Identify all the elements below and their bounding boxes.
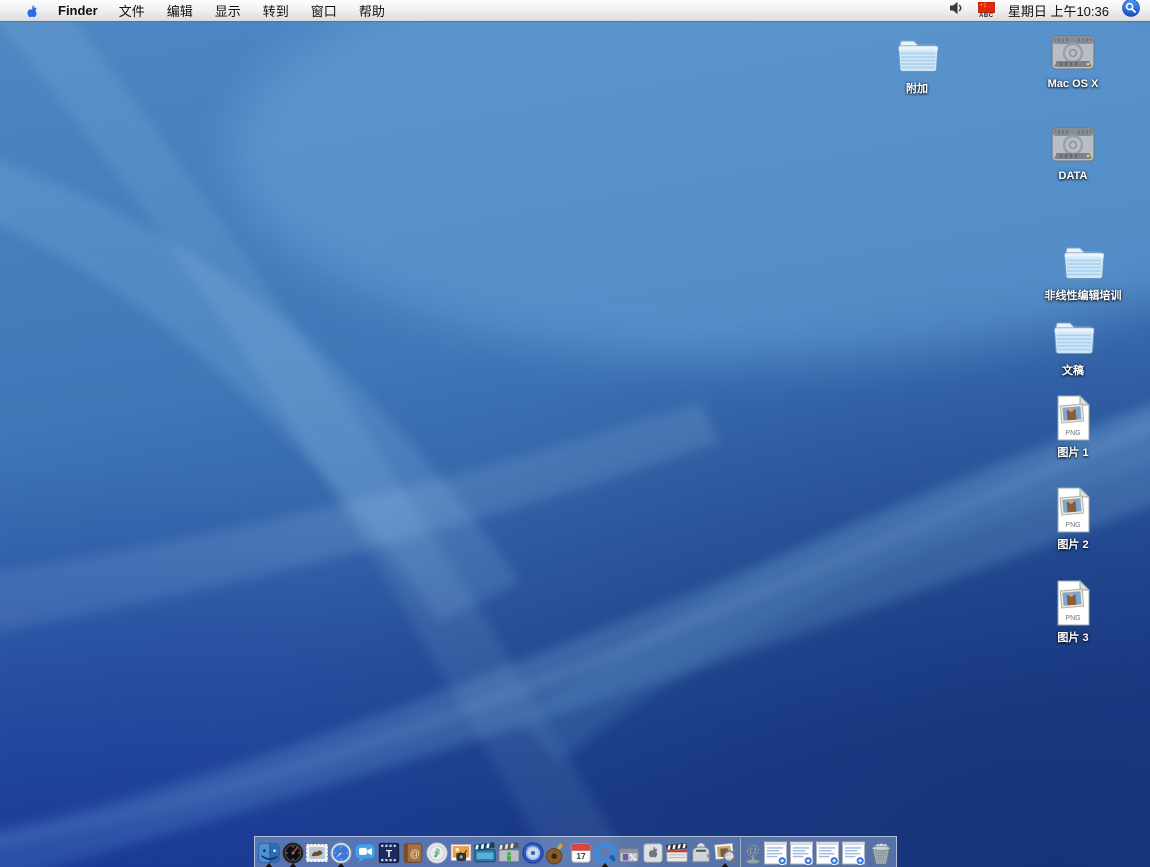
- running-indicator: [721, 863, 729, 867]
- menu-items: 文件编辑显示转到窗口帮助: [108, 1, 396, 21]
- dock-iphoto-icon[interactable]: [449, 838, 473, 867]
- folder-icon: [1018, 314, 1128, 360]
- mac-desktop: Finder 文件编辑显示转到窗口帮助 ABC 星期日 上: [0, 0, 1150, 867]
- svg-text:T: T: [386, 849, 393, 860]
- desktop-icon-hdd-1[interactable]: Mac OS X: [1018, 32, 1128, 90]
- china-flag-icon: [978, 2, 995, 13]
- svg-text:PNG: PNG: [1065, 430, 1080, 437]
- running-indicator: [265, 863, 273, 867]
- input-method-icon[interactable]: ABC: [978, 2, 995, 19]
- running-indicator: [337, 863, 345, 867]
- menu-item-4[interactable]: 窗口: [300, 4, 348, 19]
- menu-item-5[interactable]: 帮助: [348, 4, 396, 19]
- desktop-icon-label: Mac OS X: [1018, 78, 1128, 90]
- dock-toast-icon[interactable]: [689, 838, 713, 867]
- svg-text:PNG: PNG: [1065, 522, 1080, 529]
- svg-text:@: @: [746, 842, 760, 857]
- dock-minimized-window-4-icon[interactable]: [841, 838, 866, 867]
- dock-minimized-window-1-icon[interactable]: [763, 838, 788, 867]
- dock-mail-icon[interactable]: [305, 838, 329, 867]
- desktop-icon-label: DATA: [1018, 170, 1128, 182]
- desktop-icon-label: 图片 3: [1018, 629, 1128, 645]
- active-app-name[interactable]: Finder: [48, 3, 108, 18]
- dock: T @ ♪ 17: [254, 836, 897, 867]
- dock-safari-icon[interactable]: [329, 838, 353, 867]
- desktop-icon-folder-0[interactable]: 附加: [862, 32, 972, 96]
- dock-dashboard-icon[interactable]: [281, 838, 305, 867]
- dock-ichat-icon[interactable]: [353, 838, 377, 867]
- running-indicator: [289, 863, 297, 867]
- dock-finder-icon[interactable]: [257, 838, 281, 867]
- desktop-icon-folder-3[interactable]: 非线性编辑培训: [1023, 239, 1143, 303]
- dock-address-book-icon[interactable]: @: [401, 838, 425, 867]
- dock-document-section: @: [744, 838, 895, 867]
- desktop-icon-folder-4[interactable]: 文稿: [1018, 314, 1128, 378]
- dock-toolbox-icon[interactable]: [617, 838, 641, 867]
- dock-minimized-window-2-icon[interactable]: [789, 838, 814, 867]
- svg-text:@: @: [410, 849, 420, 860]
- dock-dvd-player-icon[interactable]: [521, 838, 545, 867]
- running-indicator: [601, 863, 609, 867]
- dock-apple-system-icon[interactable]: [641, 838, 665, 867]
- input-method-label: ABC: [979, 13, 994, 19]
- dock-minimized-window-3-icon[interactable]: [815, 838, 840, 867]
- hdd-icon: [1018, 124, 1128, 168]
- svg-text:♪: ♪: [433, 846, 441, 860]
- dock-video-capture-icon[interactable]: [497, 838, 521, 867]
- dock-quicktime-icon[interactable]: [593, 838, 617, 867]
- folder-icon: [862, 32, 972, 78]
- png-icon: PNG: [1018, 579, 1128, 627]
- dock-imovie-icon[interactable]: [473, 838, 497, 867]
- svg-text:17: 17: [576, 851, 586, 861]
- dock-livetype-icon[interactable]: T: [377, 838, 401, 867]
- dock-garageband-icon[interactable]: [545, 838, 569, 867]
- dock-divider-icon: [740, 838, 741, 867]
- dock-itunes-icon[interactable]: ♪: [425, 838, 449, 867]
- svg-text:PNG: PNG: [1065, 615, 1080, 622]
- desktop-icon-label: 图片 2: [1018, 536, 1128, 552]
- menu-item-1[interactable]: 编辑: [156, 4, 204, 19]
- menu-item-0[interactable]: 文件: [108, 4, 156, 19]
- dock-app-section: T @ ♪ 17: [257, 838, 737, 867]
- menu-item-3[interactable]: 转到: [252, 4, 300, 19]
- dock-ical-icon[interactable]: 17: [569, 838, 593, 867]
- desktop-icon-hdd-2[interactable]: DATA: [1018, 124, 1128, 182]
- spotlight-icon[interactable]: [1122, 0, 1140, 22]
- desktop-icon-png-7[interactable]: PNG 图片 3: [1018, 579, 1128, 645]
- desktop-icon-label: 非线性编辑培训: [1023, 287, 1143, 303]
- hdd-icon: [1018, 32, 1128, 76]
- aqua-wallpaper: [0, 22, 1150, 867]
- desktop-icon-png-5[interactable]: PNG 图片 1: [1018, 394, 1128, 460]
- folder-icon: [1023, 239, 1143, 285]
- volume-icon[interactable]: [948, 0, 965, 21]
- desktop-icon-label: 附加: [862, 80, 972, 96]
- dock-clapperboard-icon[interactable]: [665, 838, 689, 867]
- png-icon: PNG: [1018, 394, 1128, 442]
- desktop-icon-label: 图片 1: [1018, 444, 1128, 460]
- png-icon: PNG: [1018, 486, 1128, 534]
- dock-preview-icon[interactable]: [713, 838, 737, 867]
- dock-trash-full-icon[interactable]: [867, 838, 895, 867]
- menu-bar: Finder 文件编辑显示转到窗口帮助 ABC 星期日 上: [0, 0, 1150, 22]
- dock-at-sign-shortcut-icon[interactable]: @: [744, 838, 762, 867]
- apple-menu-icon[interactable]: [12, 2, 48, 20]
- menu-clock[interactable]: 星期日 上午10:36: [1008, 1, 1109, 20]
- desktop-icon-png-6[interactable]: PNG 图片 2: [1018, 486, 1128, 552]
- desktop-icon-label: 文稿: [1018, 362, 1128, 378]
- menu-item-2[interactable]: 显示: [204, 4, 252, 19]
